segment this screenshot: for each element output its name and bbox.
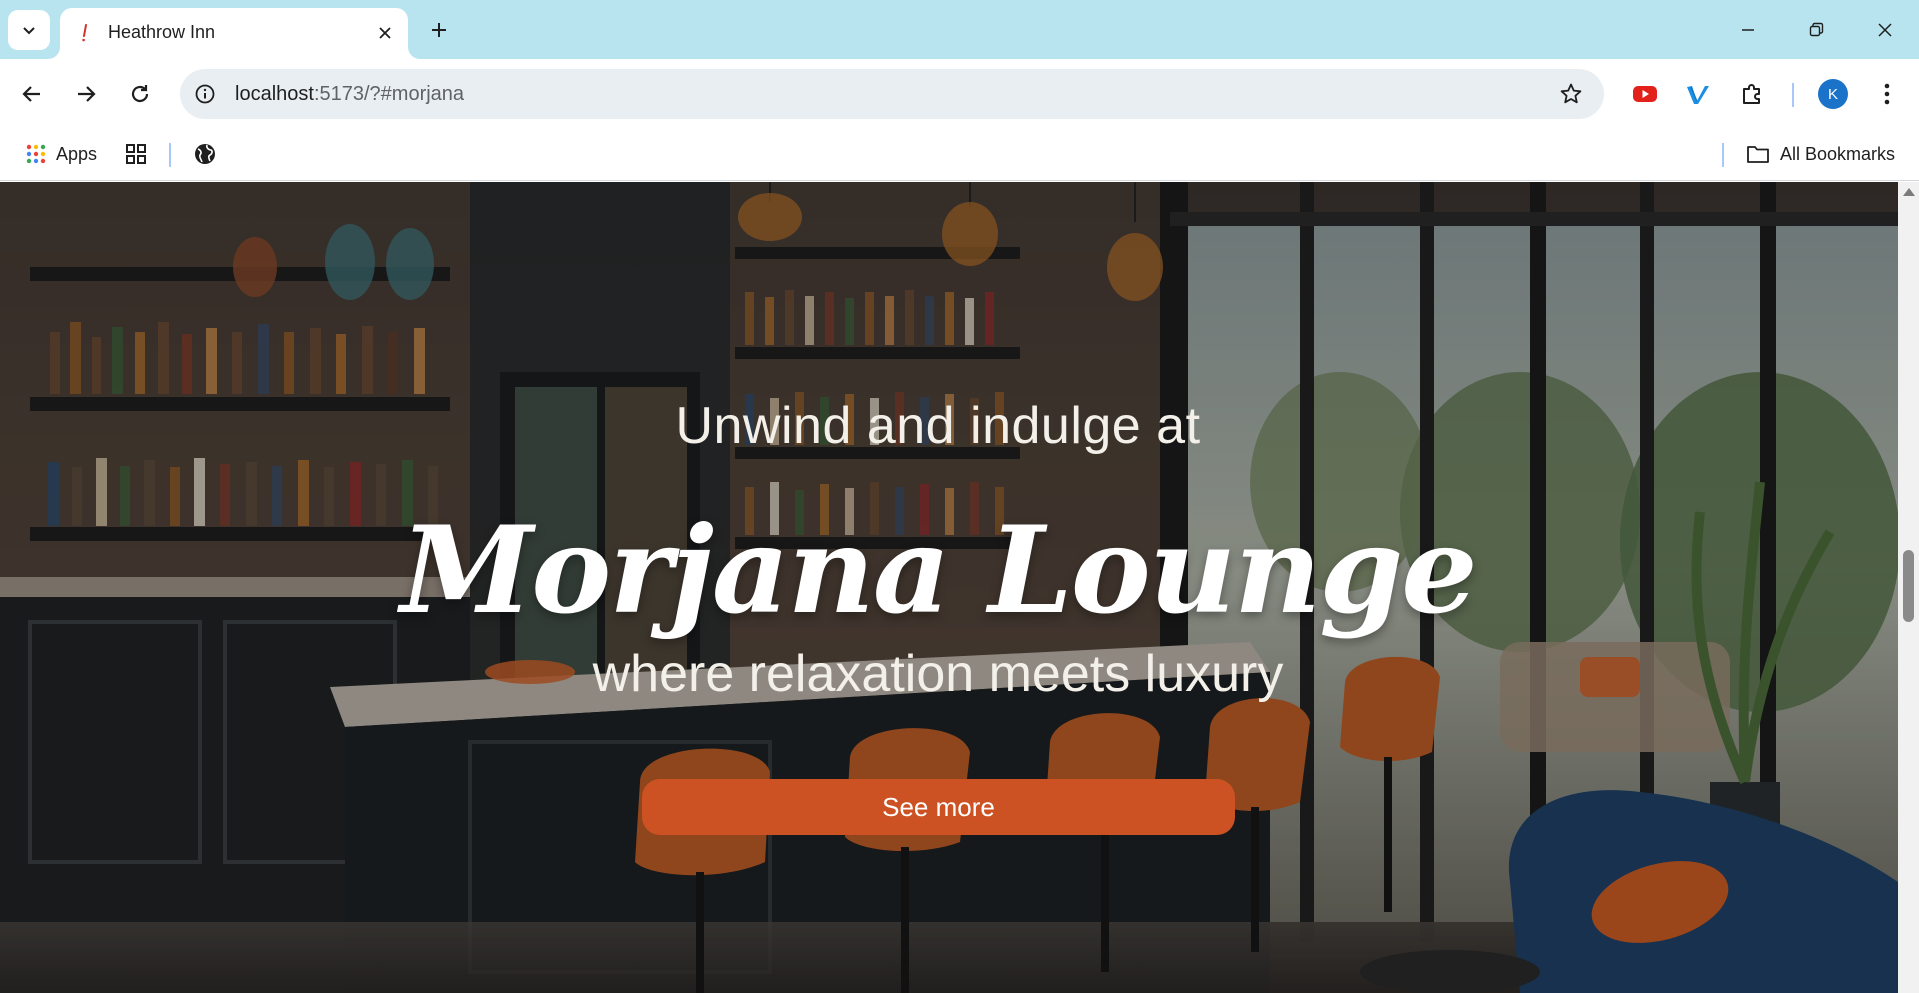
forward-button[interactable]	[66, 74, 106, 114]
morjana-hero: Unwind and indulge at Morjana Lounge whe…	[0, 182, 1898, 993]
apps-grid-icon	[26, 144, 46, 164]
globe-icon[interactable]	[190, 139, 220, 169]
minimize-button[interactable]	[1725, 10, 1771, 50]
tab-groups-icon[interactable]	[121, 139, 151, 169]
folder-icon	[1747, 146, 1769, 163]
url-host: localhost	[235, 83, 314, 105]
back-button[interactable]	[12, 74, 52, 114]
tab-title: Heathrow Inn	[108, 22, 216, 42]
url-text[interactable]: localhost:5173/?#morjana	[235, 83, 464, 106]
hero-title: Morjana Lounge	[400, 500, 1477, 641]
see-more-button[interactable]: See more	[642, 779, 1235, 835]
vimeo-icon[interactable]	[1683, 79, 1713, 109]
reload-icon	[131, 85, 149, 103]
page-scrollbar[interactable]	[1898, 182, 1919, 993]
info-icon[interactable]	[192, 81, 218, 107]
star-icon[interactable]	[1558, 81, 1584, 107]
bookmarks-bar: Apps All Bookmarks	[0, 129, 1919, 181]
address-bar[interactable]: localhost:5173/?#morjana	[180, 69, 1604, 119]
tab-close-button[interactable]	[372, 20, 398, 46]
bookmark-apps[interactable]: Apps	[26, 139, 97, 169]
chevron-down-icon	[23, 27, 35, 35]
bookmark-apps-label: Apps	[56, 143, 98, 164]
browser-title-bar: Heathrow Inn	[0, 0, 1919, 59]
browser-tab-active[interactable]: Heathrow Inn	[60, 8, 408, 59]
restore-icon	[1809, 22, 1824, 37]
hero-pre-title: Unwind and indulge at	[675, 397, 1201, 455]
scrollbar-thumb[interactable]	[1903, 550, 1914, 622]
exclamation-icon	[78, 24, 92, 42]
url-path: :5173/?#morjana	[313, 83, 465, 105]
minimize-icon	[1742, 29, 1754, 31]
browser-toolbar: localhost:5173/?#morjana	[0, 59, 1919, 129]
hero-subtitle: where relaxation meets luxury	[592, 645, 1284, 703]
scroll-up-arrow-icon[interactable]	[1903, 188, 1915, 196]
page-viewport: Unwind and indulge at Morjana Lounge whe…	[0, 182, 1898, 993]
new-tab-button[interactable]	[424, 15, 454, 45]
close-window-button[interactable]	[1862, 10, 1908, 50]
restore-button[interactable]	[1793, 10, 1839, 50]
reload-button[interactable]	[120, 74, 160, 114]
puzzle-icon[interactable]	[1737, 79, 1767, 109]
all-bookmarks-label: All Bookmarks	[1780, 143, 1896, 164]
close-icon	[379, 27, 391, 39]
bookmarks-divider	[1722, 143, 1724, 167]
youtube-icon[interactable]	[1630, 79, 1660, 109]
all-bookmarks-button[interactable]: All Bookmarks	[1746, 139, 1895, 169]
close-icon	[1878, 23, 1892, 37]
bookmarks-divider	[169, 143, 171, 167]
avatar[interactable]: K	[1818, 79, 1848, 109]
arrow-left-icon	[22, 86, 40, 102]
kebab-menu-icon[interactable]	[1872, 79, 1902, 109]
toolbar-divider	[1792, 83, 1794, 107]
plus-icon	[432, 23, 446, 37]
tab-search-button[interactable]	[8, 10, 50, 50]
arrow-right-icon	[78, 86, 96, 102]
